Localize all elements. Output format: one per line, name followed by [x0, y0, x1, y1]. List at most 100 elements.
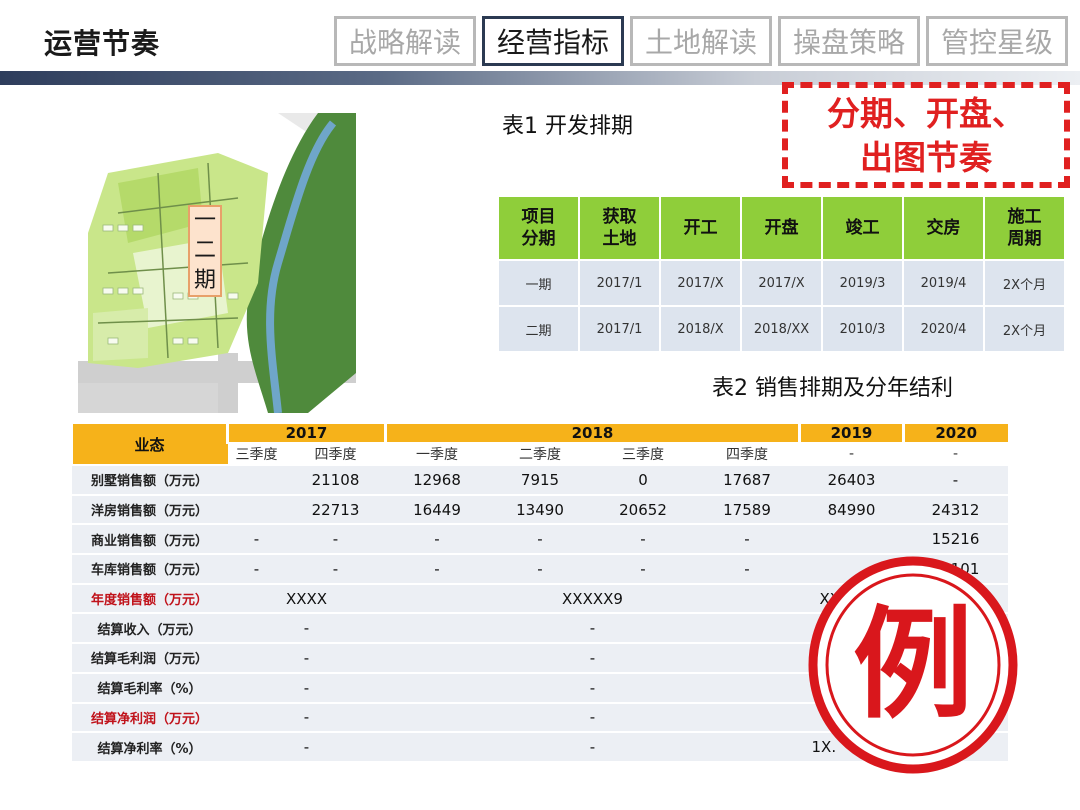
development-schedule-table: 项目 分期 获取 土地 开工 开盘 竣工 交房 施工 周期 一期 2017/1 … — [497, 195, 1066, 353]
table-cell: 15216 — [903, 524, 1008, 556]
table1-header-cell: 施工 周期 — [985, 197, 1064, 259]
table-cell: 22713 — [285, 494, 386, 526]
table-cell: 17687 — [694, 465, 800, 496]
row-label: 商业销售额（万元） — [71, 524, 228, 556]
table-cell: - — [385, 613, 800, 645]
table-cell: 二期 — [499, 307, 578, 351]
table-row: 别墅销售额（万元） 21108 12968 7915 0 17687 26403… — [71, 465, 1008, 496]
tab-control-rating[interactable]: 管控星级 — [926, 16, 1068, 66]
row-label: 洋房销售额（万元） — [71, 494, 228, 526]
quarter-cell: - — [799, 443, 904, 466]
table-cell: - — [385, 554, 489, 585]
row-label: 结算毛利率（%） — [71, 672, 228, 704]
table1-header-cell: 交房 — [904, 197, 983, 259]
table-cell: 2017/X — [661, 261, 740, 305]
table-cell — [227, 494, 286, 526]
quarter-cell: - — [903, 443, 1008, 466]
year-2020: 2020 — [902, 424, 1008, 444]
table-cell: 2017/1 — [580, 307, 659, 351]
table-cell: 2019/4 — [904, 261, 983, 305]
table-row: 二期 2017/1 2018/X 2018/XX 2010/3 2020/4 2… — [499, 307, 1064, 351]
table-cell: - — [227, 554, 286, 585]
table-cell: - — [385, 524, 489, 556]
table-cell: 2020/4 — [904, 307, 983, 351]
table1-header-cell: 竣工 — [823, 197, 902, 259]
table-cell: 12968 — [385, 465, 489, 496]
table-cell: - — [227, 732, 386, 763]
phase-label-char-2: 二 — [193, 238, 216, 263]
table-cell: - — [227, 524, 286, 556]
tab-business-indicators[interactable]: 经营指标 — [482, 16, 624, 66]
table-cell: - — [385, 643, 800, 674]
table2-corner: 业态 — [70, 424, 228, 466]
table1-title: 表1 开发排期 — [502, 114, 633, 139]
table-cell: 13490 — [488, 494, 592, 526]
table-row: 商业销售额（万元） - - - - - - 15216 — [71, 524, 1008, 556]
table-cell: 2018/XX — [742, 307, 821, 351]
table-cell: 2019/3 — [823, 261, 902, 305]
row-label: 车库销售额（万元） — [71, 554, 228, 585]
table1-header-cell: 开工 — [661, 197, 740, 259]
table-cell: - — [285, 524, 386, 556]
quarter-cell: 二季度 — [488, 443, 592, 466]
example-stamp: 例 — [808, 556, 1018, 774]
callout-box: 分期、开盘、 出图节奏 — [782, 82, 1070, 188]
table-cell: 26403 — [799, 465, 904, 496]
row-label: 结算收入（万元） — [71, 613, 228, 645]
table-cell: 2017/X — [742, 261, 821, 305]
quarter-cell: 四季度 — [285, 443, 386, 466]
callout-line-2: 出图节奏 — [860, 138, 992, 177]
tab-strategy[interactable]: 战略解读 — [334, 16, 476, 66]
table-cell: 2X个月 — [985, 261, 1064, 305]
table-cell: - — [227, 702, 386, 734]
table-row: 一期 2017/1 2017/X 2017/X 2019/3 2019/4 2X… — [499, 261, 1064, 305]
table-cell: 2010/3 — [823, 307, 902, 351]
row-label: 别墅销售额（万元） — [71, 465, 228, 496]
row-label: 结算毛利润（万元） — [71, 643, 228, 674]
row-label: 结算净利润（万元） — [71, 702, 228, 734]
table-cell — [227, 465, 286, 496]
table-cell: - — [488, 554, 592, 585]
table-cell: 0 — [591, 465, 695, 496]
table1-header-row: 项目 分期 获取 土地 开工 开盘 竣工 交房 施工 周期 — [499, 197, 1064, 259]
table-cell: - — [591, 524, 695, 556]
table-cell: 20652 — [591, 494, 695, 526]
table-cell: 24312 — [903, 494, 1008, 526]
table2-year-row: 业态 2017 2018 2019 2020 — [70, 424, 1008, 466]
callout-line-1: 分期、开盘、 — [827, 94, 1025, 133]
table-cell: - — [285, 554, 386, 585]
section-tabs: 战略解读 经营指标 土地解读 操盘策略 管控星级 — [334, 16, 1068, 66]
year-2019: 2019 — [798, 424, 904, 444]
table2-title: 表2 销售排期及分年结利 — [712, 376, 953, 401]
table-cell: - — [227, 643, 386, 674]
quarter-cell: 四季度 — [694, 443, 800, 466]
table-cell: - — [227, 672, 386, 704]
table-cell: 2018/X — [661, 307, 740, 351]
tab-operation-strategy[interactable]: 操盘策略 — [778, 16, 920, 66]
phase-label-char-3: 期 — [193, 268, 216, 293]
table-cell: 2017/1 — [580, 261, 659, 305]
tab-land[interactable]: 土地解读 — [630, 16, 772, 66]
table-cell: 16449 — [385, 494, 489, 526]
quarter-cell: 三季度 — [227, 443, 286, 466]
table-cell: 2X个月 — [985, 307, 1064, 351]
row-label: 年度销售额（万元） — [71, 583, 228, 615]
table-cell: XXXX — [227, 583, 386, 615]
table-cell: XXXXX9 — [385, 583, 800, 615]
table-cell: - — [591, 554, 695, 585]
table-cell: - — [227, 613, 386, 645]
table-cell: - — [488, 524, 592, 556]
table-cell: 一期 — [499, 261, 578, 305]
table-cell: - — [903, 465, 1008, 496]
table-cell — [799, 524, 904, 556]
table-cell: 17589 — [694, 494, 800, 526]
table-cell: 21108 — [285, 465, 386, 496]
year-2017: 2017 — [226, 424, 386, 444]
table-cell: - — [385, 702, 800, 734]
table-cell: - — [385, 672, 800, 704]
row-label: 结算净利率（%） — [71, 732, 228, 763]
table-cell: 7915 — [488, 465, 592, 496]
quarter-cell: 三季度 — [591, 443, 695, 466]
table-cell: - — [694, 524, 800, 556]
stamp-text: 例 — [853, 596, 973, 735]
